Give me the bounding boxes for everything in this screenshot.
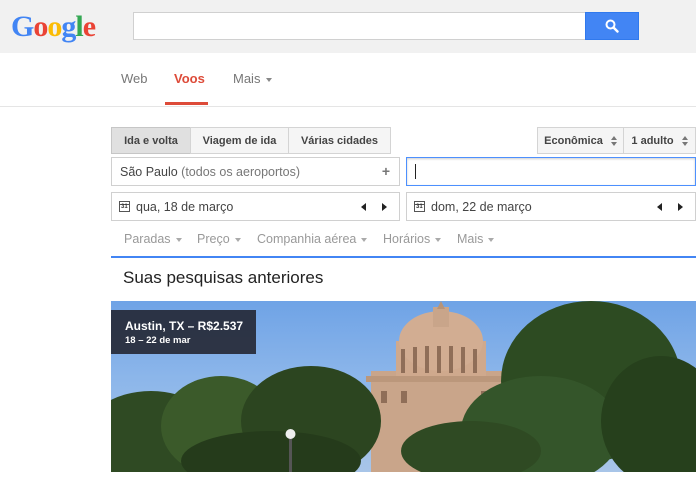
previous-search-destination-price: Austin, TX – R$2.537 <box>125 319 244 333</box>
origin-hint: (todos os aeroportos) <box>181 165 300 179</box>
origin-city: São Paulo <box>120 165 178 179</box>
chevron-down-icon <box>175 237 182 242</box>
destination-photo-card[interactable]: Austin, TX – R$2.537 18 – 22 de mar <box>111 301 696 472</box>
origin-field[interactable]: São Paulo (todos os aeroportos) + <box>111 157 400 186</box>
filter-airline[interactable]: Companhia aérea <box>257 232 368 246</box>
logo-letter: l <box>75 10 83 43</box>
chevron-down-icon <box>234 237 241 242</box>
nav-tab-web[interactable]: Web <box>121 71 148 86</box>
filter-price[interactable]: Preço <box>197 232 241 246</box>
updown-arrows-icon <box>681 135 688 146</box>
cabin-select[interactable]: Econômica <box>537 127 624 154</box>
logo-letter: G <box>11 10 34 43</box>
departure-date: qua, 18 de março <box>136 200 234 214</box>
filter-label: Paradas <box>124 232 171 246</box>
calendar-icon <box>119 201 130 212</box>
passengers-select[interactable]: 1 adulto <box>623 127 696 154</box>
cabin-select-value: Econômica <box>544 134 603 147</box>
logo-letter: g <box>61 10 76 43</box>
filter-times[interactable]: Horários <box>383 232 442 246</box>
return-date: dom, 22 de março <box>431 200 532 214</box>
nav-more-label: Mais <box>233 71 261 86</box>
logo-letter: e <box>82 10 96 43</box>
chevron-down-icon <box>266 77 273 82</box>
filter-stops[interactable]: Paradas <box>124 232 182 246</box>
prev-date-icon[interactable] <box>657 203 662 211</box>
filter-bar: Paradas Preço Companhia aérea Horários M… <box>111 225 696 258</box>
return-date-field[interactable]: dom, 22 de março <box>406 192 696 221</box>
previous-search-caption: Austin, TX – R$2.537 18 – 22 de mar <box>111 310 256 354</box>
search-button[interactable] <box>585 12 639 40</box>
search-input[interactable] <box>133 12 586 40</box>
destination-field[interactable] <box>406 157 696 186</box>
google-logo[interactable]: Google <box>11 10 96 44</box>
chevron-down-icon <box>361 237 368 242</box>
prev-date-icon[interactable] <box>361 203 366 211</box>
previous-searches-title: Suas pesquisas anteriores <box>123 268 324 287</box>
add-origin-icon[interactable]: + <box>382 163 390 179</box>
filter-label: Mais <box>457 232 484 246</box>
nav-bar: Web Voos Mais <box>0 53 696 107</box>
chevron-down-icon <box>488 237 495 242</box>
filter-label: Horários <box>383 232 431 246</box>
filter-label: Companhia aérea <box>257 232 357 246</box>
filter-more[interactable]: Mais <box>457 232 495 246</box>
multi-city-button[interactable]: Várias cidades <box>288 127 391 154</box>
filter-label: Preço <box>197 232 230 246</box>
origin-text: São Paulo (todos os aeroportos) <box>120 165 300 179</box>
active-tab-indicator <box>165 102 208 105</box>
nav-tab-more[interactable]: Mais <box>233 71 273 86</box>
one-way-button[interactable]: Viagem de ida <box>190 127 289 154</box>
nav-tab-flights[interactable]: Voos <box>174 71 205 86</box>
passengers-select-value: 1 adulto <box>631 134 674 147</box>
logo-letter: o <box>33 10 48 43</box>
previous-search-dates: 18 – 22 de mar <box>125 335 191 346</box>
search-icon <box>605 19 619 33</box>
chevron-down-icon <box>435 237 442 242</box>
top-bar: Google <box>0 0 696 53</box>
calendar-icon <box>414 201 425 212</box>
text-cursor <box>415 164 416 179</box>
round-trip-button[interactable]: Ida e volta <box>111 127 191 154</box>
departure-date-field[interactable]: qua, 18 de março <box>111 192 400 221</box>
next-date-icon[interactable] <box>382 203 387 211</box>
logo-letter: o <box>47 10 62 43</box>
updown-arrows-icon <box>610 135 617 146</box>
next-date-icon[interactable] <box>678 203 683 211</box>
